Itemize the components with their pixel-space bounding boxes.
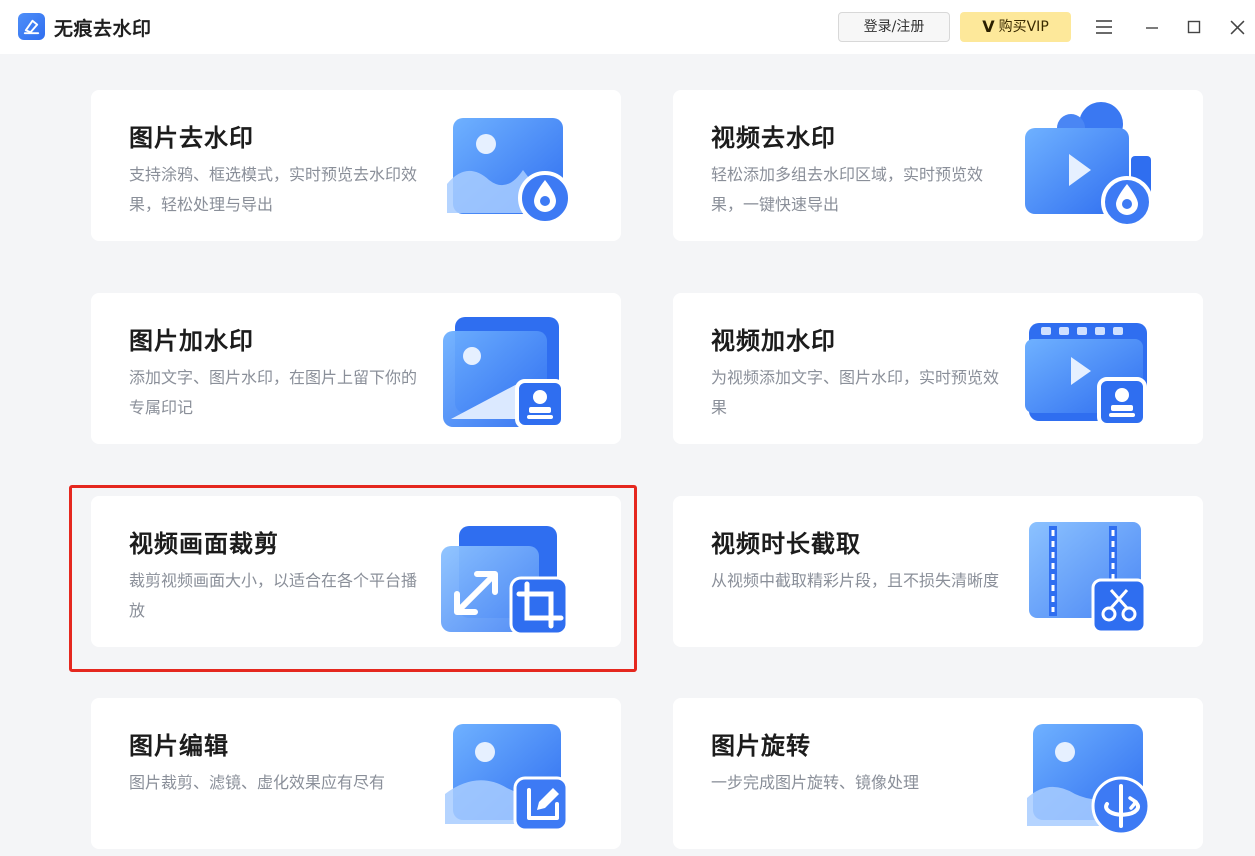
login-register-button[interactable]: 登录/注册 [838,12,950,42]
app-logo-icon [18,13,45,40]
maximize-icon[interactable] [1181,14,1207,40]
video-trim-icon [1019,504,1159,640]
card-video-crop[interactable]: 视频画面裁剪 裁剪视频画面大小，以适合在各个平台播放 [91,496,621,647]
card-image-edit[interactable]: 图片编辑 图片裁剪、滤镜、虚化效果应有尽有 [91,698,621,849]
card-description: 从视频中截取精彩片段，且不损失清晰度 [711,571,1000,590]
card-video-trim[interactable]: 视频时长截取 从视频中截取精彩片段，且不损失清晰度 [673,496,1203,647]
vip-icon: V [982,17,995,36]
app-title: 无痕去水印 [54,18,152,40]
video-watermark-remove-icon [1019,98,1159,234]
card-image-rotate[interactable]: 图片旋转 一步完成图片旋转、镜像处理 [673,698,1203,849]
card-title: 图片旋转 [711,732,811,760]
card-image-watermark-add[interactable]: 图片加水印 添加文字、图片水印，在图片上留下你的专属印记 [91,293,621,444]
card-title: 图片去水印 [129,124,254,152]
card-description: 支持涂鸦、框选模式，实时预览去水印效果，轻松处理与导出 [129,165,418,214]
card-title: 视频时长截取 [711,530,861,558]
image-watermark-remove-icon [437,98,577,234]
image-rotate-icon [1019,706,1159,842]
card-title: 视频加水印 [711,327,836,355]
close-icon[interactable] [1224,14,1250,40]
card-description: 添加文字、图片水印，在图片上留下你的专属印记 [129,368,418,417]
title-bar: 无痕去水印 登录/注册 V 购买VIP [0,0,1255,54]
menu-icon[interactable] [1091,14,1117,40]
card-video-watermark-remove[interactable]: 视频去水印 轻松添加多组去水印区域，实时预览效果，一键快速导出 [673,90,1203,241]
card-title: 视频去水印 [711,124,836,152]
image-watermark-add-icon [437,301,577,437]
app-window: 无痕去水印 登录/注册 V 购买VIP 图片去水印 支持涂鸦、框选模式，实时预览… [0,0,1255,856]
buy-vip-button[interactable]: V 购买VIP [960,12,1071,42]
video-crop-icon [437,504,577,640]
video-watermark-add-icon [1019,301,1159,437]
card-image-watermark-remove[interactable]: 图片去水印 支持涂鸦、框选模式，实时预览去水印效果，轻松处理与导出 [91,90,621,241]
card-title: 图片编辑 [129,732,229,760]
card-video-watermark-add[interactable]: 视频加水印 为视频添加文字、图片水印，实时预览效果 [673,293,1203,444]
card-title: 视频画面裁剪 [129,530,279,558]
card-description: 裁剪视频画面大小，以适合在各个平台播放 [129,571,418,620]
card-description: 轻松添加多组去水印区域，实时预览效果，一键快速导出 [711,165,984,214]
minimize-icon[interactable] [1139,14,1165,40]
card-description: 图片裁剪、滤镜、虚化效果应有尽有 [129,773,386,792]
image-edit-icon [437,706,577,842]
card-description: 为视频添加文字、图片水印，实时预览效果 [711,368,1000,417]
buy-vip-label: 购买VIP [998,19,1049,35]
card-description: 一步完成图片旋转、镜像处理 [711,773,920,792]
card-title: 图片加水印 [129,327,254,355]
